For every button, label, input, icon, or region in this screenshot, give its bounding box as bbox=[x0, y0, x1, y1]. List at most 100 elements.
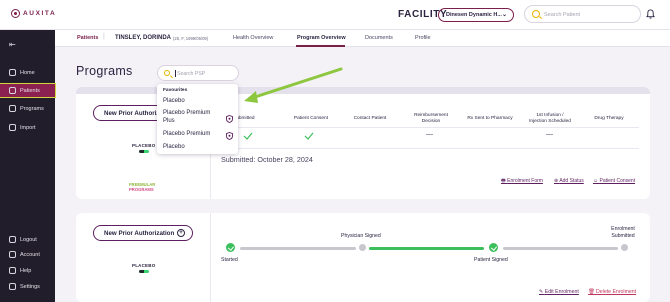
dropdown-heading: Favourites bbox=[163, 88, 188, 93]
step-enrolment-submitted-dot bbox=[621, 244, 628, 251]
step-physician-signed-dot bbox=[359, 244, 366, 251]
sidebar-item-label: Patients bbox=[20, 87, 40, 94]
tab-program-overview[interactable]: Program Overview bbox=[297, 35, 346, 41]
patient-meta: (25, F, 1999/05/09) bbox=[173, 35, 209, 41]
sidebar-item-home[interactable]: Home bbox=[0, 66, 55, 79]
logo-icon bbox=[11, 9, 20, 18]
facility-select[interactable]: Dinesen Dynamic H... ⌄ bbox=[438, 8, 514, 22]
sidebar-item-label: Logout bbox=[20, 236, 37, 243]
add-status-link[interactable]: ⊕ Add Status bbox=[554, 178, 584, 184]
patient-search-placeholder: Search Patient bbox=[544, 11, 581, 18]
check-icon bbox=[243, 132, 253, 140]
link-label: Enrolment Form bbox=[507, 178, 543, 184]
logo-text: AUXITA bbox=[23, 10, 57, 17]
column-header-contact-patient: Contact Patient bbox=[353, 116, 387, 121]
sidebar-item-settings[interactable]: Settings bbox=[0, 280, 55, 293]
shield-icon[interactable] bbox=[226, 115, 233, 123]
link-label: Edit Enrolment bbox=[544, 289, 579, 295]
logout-icon bbox=[9, 236, 16, 243]
enrolment-form-link[interactable]: 🖶 Enrolment Form bbox=[501, 178, 543, 186]
step-label-started: Started bbox=[221, 257, 238, 263]
pending-dash: — bbox=[546, 131, 553, 138]
progress-segment bbox=[240, 247, 356, 250]
programs-icon bbox=[9, 105, 16, 112]
edit-enrolment-link[interactable]: ✎ Edit Enrolment bbox=[539, 289, 579, 295]
psp-search-dropdown: Favourites Placebo Placebo Premium Plus … bbox=[157, 84, 238, 154]
sidebar: ⇤ Home Patients Programs Import Logout A… bbox=[0, 30, 56, 302]
table-divider bbox=[211, 148, 639, 149]
dropdown-item-placebo-premium-plus[interactable]: Placebo Premium Plus bbox=[163, 110, 223, 125]
new-prior-authorization-button[interactable]: New Prior Authorization + bbox=[93, 225, 193, 241]
sidebar-item-import[interactable]: Import bbox=[0, 121, 55, 134]
import-icon bbox=[9, 124, 16, 131]
freemular-logo-line2: PROGRAMS bbox=[129, 187, 154, 192]
psp-search-placeholder: Search PSP bbox=[177, 71, 206, 77]
patients-icon bbox=[9, 87, 16, 94]
gear-icon bbox=[9, 283, 16, 290]
patient-search-input[interactable]: Search Patient bbox=[524, 5, 641, 23]
tab-health-overview[interactable]: Health Overview bbox=[233, 35, 273, 41]
tab-profile[interactable]: Profile bbox=[415, 35, 431, 41]
chevron-down-icon: ⌄ bbox=[501, 12, 507, 18]
dropdown-item-placebo-2[interactable]: Placebo bbox=[163, 144, 185, 152]
sidebar-item-label: Import bbox=[20, 124, 36, 131]
facility-select-value: Dinesen Dynamic H... bbox=[446, 12, 502, 18]
patient-name: TINSLEY, DORINDA bbox=[115, 34, 172, 41]
sidebar-item-help[interactable]: Help bbox=[0, 264, 55, 277]
pill-icon bbox=[138, 149, 149, 153]
search-icon bbox=[164, 70, 170, 76]
delete-enrolment-link[interactable]: 🗑 Delete Enrolment bbox=[588, 289, 636, 295]
sidebar-item-patients[interactable]: Patients bbox=[0, 83, 56, 98]
collapse-sidebar-icon[interactable]: ⇤ bbox=[9, 40, 16, 49]
table-divider bbox=[211, 127, 639, 128]
sidebar-item-label: Home bbox=[20, 69, 35, 76]
placebo-logo-text: PLACEBO bbox=[132, 143, 156, 148]
column-header-patient-consent: Patient Consent bbox=[293, 116, 329, 121]
app-logo[interactable]: AUXITA bbox=[11, 9, 56, 18]
check-icon bbox=[304, 132, 314, 140]
bell-icon[interactable] bbox=[646, 9, 655, 19]
freemular-logo: FREEMULAR PROGRAMS bbox=[129, 182, 155, 192]
button-label: New Prior Authorization bbox=[104, 229, 175, 237]
help-icon bbox=[9, 267, 16, 274]
progress-segment bbox=[503, 247, 618, 250]
pill-icon bbox=[138, 269, 149, 273]
progress-segment bbox=[369, 247, 484, 250]
active-tab-indicator bbox=[296, 45, 345, 47]
search-icon bbox=[532, 10, 540, 18]
placebo-logo: PLACEBO bbox=[132, 143, 155, 153]
step-label-enrolment-submitted: Enrolment Submitted bbox=[611, 226, 635, 239]
step-started-dot bbox=[226, 243, 235, 252]
sidebar-item-label: Programs bbox=[20, 105, 44, 112]
patient-header: Patients | TINSLEY, DORINDA (25, F, 1999… bbox=[55, 30, 670, 47]
step-label-physician-signed: Physician Signed bbox=[341, 233, 381, 239]
dropdown-item-placebo-premium[interactable]: Placebo Premium bbox=[163, 131, 210, 139]
tab-documents[interactable]: Documents bbox=[365, 35, 393, 41]
psp-search-input[interactable]: Search PSP bbox=[157, 65, 239, 81]
dropdown-item-placebo[interactable]: Placebo bbox=[163, 98, 185, 106]
step-label-patient-signed: Patient Signed bbox=[474, 257, 508, 263]
breadcrumb-separator: | bbox=[103, 33, 105, 40]
link-label: Add Status bbox=[559, 178, 584, 184]
pending-dash: — bbox=[426, 131, 433, 138]
column-header-reimbursement-decision: Reimbursement Decision bbox=[414, 113, 448, 124]
link-label: Patient Consent bbox=[599, 178, 636, 184]
sidebar-item-account[interactable]: Account bbox=[0, 248, 55, 261]
column-header-first-infusion: 1st Infusion / Injection Scheduled bbox=[529, 113, 571, 124]
patient-consent-link[interactable]: ☺ Patient Consent bbox=[593, 178, 635, 184]
placebo-logo-text: PLACEBO bbox=[132, 263, 156, 268]
top-bar: AUXITA FACILITY Dinesen Dynamic H... ⌄ S… bbox=[0, 0, 670, 30]
submitted-date: Submitted: October 28, 2024 bbox=[221, 155, 313, 164]
sidebar-item-programs[interactable]: Programs bbox=[0, 102, 55, 115]
breadcrumb-patients-link[interactable]: Patients bbox=[77, 35, 98, 41]
placebo-logo: PLACEBO bbox=[132, 263, 155, 273]
account-icon bbox=[9, 251, 16, 258]
shield-icon[interactable] bbox=[226, 132, 233, 140]
page-title: Programs bbox=[76, 64, 133, 78]
sidebar-item-label: Account bbox=[20, 251, 40, 258]
sidebar-item-logout[interactable]: Logout bbox=[0, 233, 55, 246]
text-cursor bbox=[175, 70, 176, 77]
link-label: Delete Enrolment bbox=[596, 289, 637, 295]
card-divider bbox=[210, 213, 211, 302]
column-header-rx-sent: Rx Sent to Pharmacy bbox=[467, 116, 513, 121]
